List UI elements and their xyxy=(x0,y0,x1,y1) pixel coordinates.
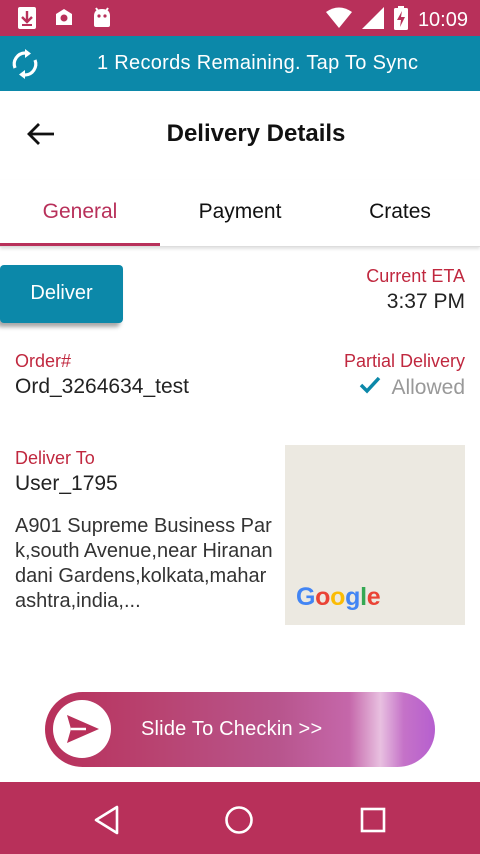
order-value: Ord_3264634_test xyxy=(15,375,189,398)
google-logo-letter: e xyxy=(366,583,381,611)
back-triangle-icon[interactable] xyxy=(90,802,126,838)
page-title: Delivery Details xyxy=(166,120,346,147)
partial-delivery-value: Allowed xyxy=(359,375,465,401)
map-preview[interactable]: Google xyxy=(285,445,465,625)
current-eta-value: 3:37 PM xyxy=(386,290,465,313)
tab-bar: General Payment Crates xyxy=(0,180,480,247)
google-logo-letter: G xyxy=(296,583,316,611)
slider-knob[interactable] xyxy=(53,700,111,758)
order-label: Order# xyxy=(15,351,72,371)
google-logo-letter: o xyxy=(315,583,331,611)
signal-icon xyxy=(361,7,384,34)
partial-delivery-status: Allowed xyxy=(391,376,465,399)
tab-general[interactable]: General xyxy=(0,180,160,246)
slide-to-checkin[interactable]: Slide To Checkin >> xyxy=(45,692,435,767)
tab-payment[interactable]: Payment xyxy=(160,180,320,246)
google-logo-letter: o xyxy=(330,583,346,611)
sync-text[interactable]: 1 Records Remaining. Tap To Sync xyxy=(97,52,418,75)
home-circle-icon[interactable] xyxy=(221,802,257,838)
sync-icon[interactable] xyxy=(10,49,40,79)
send-icon xyxy=(67,715,99,743)
battery-charging-icon xyxy=(393,6,408,35)
checkmark-icon xyxy=(359,375,381,401)
current-eta-label: Current ETA xyxy=(366,266,465,286)
recents-square-icon[interactable] xyxy=(355,802,391,838)
wifi-icon xyxy=(325,7,352,34)
slider-label: Slide To Checkin >> xyxy=(141,718,323,740)
deliver-to-value: User_1795 xyxy=(15,472,118,495)
google-logo: Google xyxy=(296,583,381,612)
sync-banner[interactable]: 1 Records Remaining. Tap To Sync xyxy=(0,36,480,91)
download-icon xyxy=(16,6,38,35)
app-icon xyxy=(52,6,76,35)
status-bar: 10:09 xyxy=(0,0,480,36)
deliver-to-label: Deliver To xyxy=(15,448,95,468)
partial-delivery-label: Partial Delivery xyxy=(343,351,465,371)
android-icon xyxy=(90,6,114,35)
system-nav-bar xyxy=(0,782,480,854)
deliver-button[interactable]: Deliver xyxy=(0,265,123,323)
tab-indicator xyxy=(0,243,160,246)
tab-crates[interactable]: Crates xyxy=(320,180,480,246)
status-time: 10:09 xyxy=(417,9,468,31)
google-logo-letter: l xyxy=(360,583,367,611)
delivery-address: A901 Supreme Business Park,south Avenue,… xyxy=(15,515,273,612)
google-logo-letter: g xyxy=(345,583,361,611)
toolbar: Delivery Details xyxy=(0,91,480,175)
